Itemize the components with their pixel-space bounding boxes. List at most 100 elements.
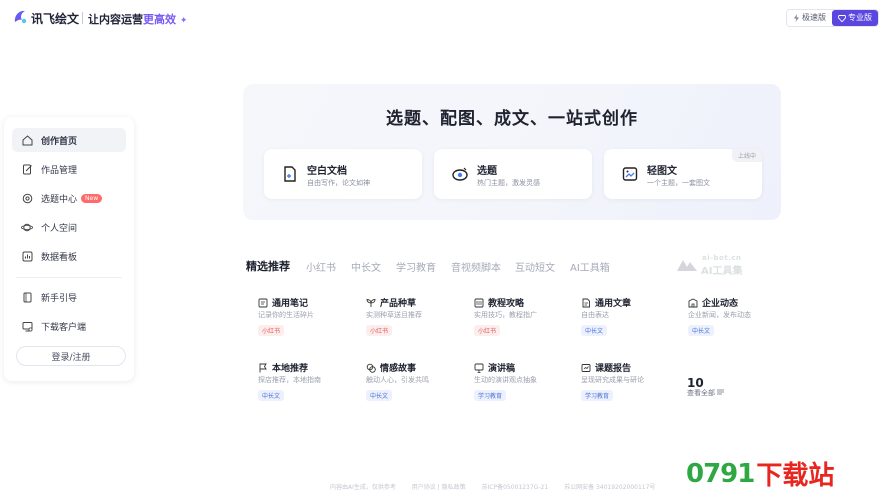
tab-interactive[interactable]: 互动短文 (515, 259, 555, 274)
watermark-text: 下载站 (756, 461, 835, 491)
template-desc: 探店推荐，本地指南 (258, 376, 321, 384)
version-pro-button[interactable]: 专业版 (832, 10, 878, 26)
new-badge: New (81, 193, 103, 203)
template-card[interactable]: 本地推荐 探店推荐，本地指南 中长文 (258, 361, 358, 413)
sidebar-item-home[interactable]: 创作首页 (12, 128, 126, 152)
template-title: 演讲稿 (488, 364, 516, 374)
footer-police[interactable]: 苏公网安备 34019202000117号 (564, 484, 655, 491)
card-subtitle: 热门主题，激发灵感 (477, 179, 540, 187)
card-title: 轻图文 (647, 166, 677, 177)
download-icon (21, 320, 33, 332)
template-card[interactable]: 课题报告 呈现研究成果与研论 学习教育 (581, 361, 681, 413)
aibot-name: AI工具集 (701, 266, 743, 277)
sidebar-item-label: 创作首页 (41, 136, 78, 147)
slogan-highlight: 更高效 (143, 13, 176, 26)
template-card[interactable]: 教程攻略 实用技巧，教程指广 小红书 (474, 296, 574, 348)
version-pro-label: 专业版 (848, 13, 872, 22)
sparkle-icon: ✦ (179, 16, 188, 26)
slogan: 让内容运营更高效 ✦ (88, 11, 187, 27)
slogan-prefix: 让内容运营 (88, 13, 143, 26)
template-title: 通用文章 (595, 299, 632, 309)
template-title: 产品种草 (380, 299, 417, 309)
version-switch: 极速版 专业版 (786, 9, 879, 27)
template-card[interactable]: 企业动态 企业新闻，发布动态 中长文 (688, 296, 788, 348)
top-header: 讯飞绘文 让内容运营更高效 ✦ 极速版 专业版 (0, 0, 885, 36)
book-icon (21, 291, 33, 303)
template-desc: 记录你的生活碎片 (258, 311, 314, 319)
list-icon (717, 389, 725, 395)
template-tag: 小红书 (474, 325, 501, 336)
template-desc: 自由表达 (581, 311, 609, 319)
sidebar-item-label: 数据看板 (41, 252, 78, 263)
sprout-icon (366, 298, 376, 308)
template-card[interactable]: 通用文章 自由表达 中长文 (581, 296, 681, 348)
sidebar-item-works[interactable]: 作品管理 (12, 157, 126, 181)
heart-story-icon (366, 363, 376, 373)
footer: 内容由AI生成，仅供参考 用户协议 | 隐私政策 苏ICP备05001237G-… (330, 482, 669, 491)
login-button[interactable]: 登录/注册 (16, 346, 126, 366)
card-topic[interactable]: 选题 热门主题，激发灵感 (434, 149, 592, 199)
template-card[interactable]: 演讲稿 生动的演讲观点抽象 学习教育 (474, 361, 574, 413)
report-icon (581, 363, 591, 373)
template-title: 通用笔记 (272, 299, 309, 309)
card-image-text[interactable]: 上线中 轻图文 一个主题，一套图文 (604, 149, 762, 199)
view-all-link[interactable]: 查看全部 (687, 388, 725, 398)
target-icon (21, 192, 33, 204)
template-title: 课题报告 (595, 364, 632, 374)
template-tag: 中长文 (258, 390, 285, 401)
sidebar-item-dashboard[interactable]: 数据看板 (12, 244, 126, 268)
template-card[interactable]: 通用笔记 记录你的生活碎片 小红书 (258, 296, 358, 348)
aibot-watermark: ai-bot.cn AI工具集 (675, 254, 755, 277)
template-tag: 中长文 (366, 390, 393, 401)
aibot-url: ai-bot.cn (702, 254, 742, 262)
brand-logo-icon[interactable] (12, 8, 28, 26)
tab-ai-toolbox[interactable]: AI工具箱 (570, 259, 610, 274)
tab-featured[interactable]: 精选推荐 (246, 258, 290, 274)
hero-title: 选题、配图、成文、一站式创作 (386, 109, 638, 129)
topic-eye-icon (452, 167, 468, 181)
speech-icon (474, 363, 484, 373)
footer-links[interactable]: 用户协议 | 隐私政策 (412, 484, 466, 491)
sidebar-item-space[interactable]: 个人空间 (12, 215, 126, 239)
template-title: 企业动态 (702, 299, 739, 309)
view-all[interactable]: 10 查看全部 (687, 372, 725, 397)
tab-av-script[interactable]: 音视频脚本 (451, 259, 501, 274)
card-blank-doc[interactable]: 空白文档 自由写作，论文如神 (264, 149, 422, 199)
aibot-logo-icon (677, 260, 697, 271)
sidebar-item-guide[interactable]: 新手引导 (12, 285, 126, 309)
coming-soon-tag: 上线中 (731, 149, 762, 162)
building-icon (688, 297, 698, 308)
template-card[interactable]: 情感故事 触动人心，引发共鸣 中长文 (366, 361, 466, 413)
tab-long-article[interactable]: 中长文 (351, 259, 381, 274)
template-tag: 学习教育 (581, 390, 614, 401)
site-watermark: 0791 下载站 (686, 455, 834, 492)
template-desc: 企业新闻，发布动态 (688, 311, 751, 319)
footer-disclaimer: 内容由AI生成，仅供参考 (330, 484, 396, 491)
template-desc: 实用技巧，教程指广 (474, 311, 537, 319)
diamond-icon (838, 14, 846, 22)
tab-education[interactable]: 学习教育 (396, 259, 436, 274)
lightning-icon (794, 14, 799, 22)
article-icon (581, 298, 591, 308)
version-basic-button[interactable]: 极速版 (787, 10, 832, 26)
tab-xiaohongshu[interactable]: 小红书 (306, 259, 336, 274)
card-title: 选题 (477, 166, 497, 177)
card-title: 空白文档 (307, 166, 347, 177)
sidebar-item-topics[interactable]: 选题中心 New (12, 186, 126, 210)
template-desc: 触动人心，引发共鸣 (366, 376, 429, 384)
template-tag: 中长文 (688, 325, 715, 336)
template-card[interactable]: 产品种草 实测种草送且推荐 小红书 (366, 296, 466, 348)
footer-icp[interactable]: 苏ICP备05001237G-21 (482, 484, 549, 491)
header-divider (82, 12, 83, 24)
sidebar-divider (16, 277, 122, 278)
sidebar-item-download[interactable]: 下载客户端 (12, 314, 126, 338)
template-title: 情感故事 (380, 364, 417, 374)
chart-icon (21, 250, 33, 262)
template-desc: 呈现研究成果与研论 (581, 376, 644, 384)
template-desc: 实测种草送且推荐 (366, 311, 422, 319)
sidebar-item-label: 下载客户端 (41, 322, 87, 333)
card-subtitle: 一个主题，一套图文 (647, 179, 710, 187)
watermark-digits: 0791 (686, 458, 755, 489)
brand-name[interactable]: 讯飞绘文 (31, 10, 79, 27)
home-icon (21, 134, 33, 146)
